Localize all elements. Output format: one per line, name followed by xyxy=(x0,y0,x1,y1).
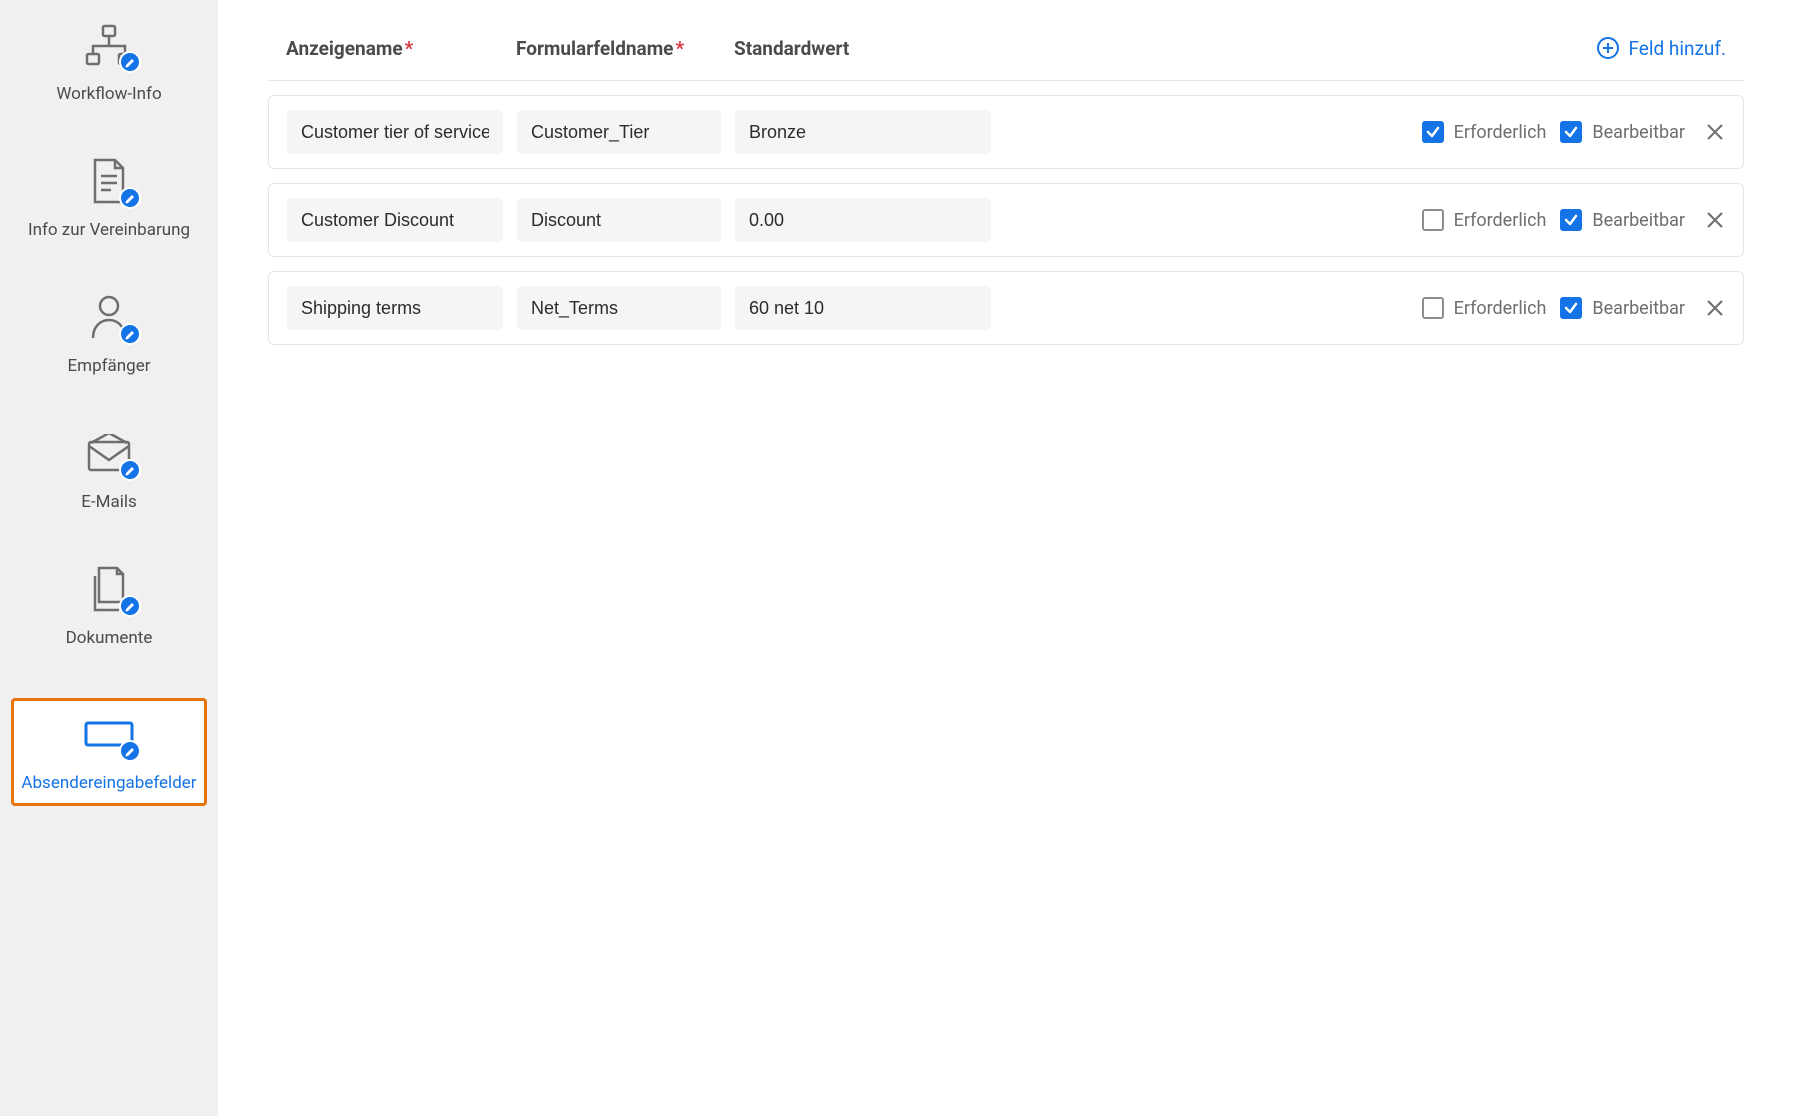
sidebar-item-workflow-info[interactable]: Workflow-Info xyxy=(11,18,207,104)
editable-checkbox[interactable]: Bearbeitbar xyxy=(1560,121,1685,143)
sidebar: Workflow-Info Info zur Vereinbarung xyxy=(0,0,218,1116)
main-content: Anzeigename* Formularfeldname* Standardw… xyxy=(218,0,1794,1116)
envelope-icon xyxy=(81,426,137,482)
editable-checkbox[interactable]: Bearbeitbar xyxy=(1560,209,1685,231)
delete-row-button[interactable] xyxy=(1705,210,1725,230)
sidebar-item-label: Info zur Vereinbarung xyxy=(28,220,190,240)
field-row: Erforderlich Bearbeitbar xyxy=(268,95,1744,169)
fields-header-row: Anzeigename* Formularfeldname* Standardw… xyxy=(268,36,1744,81)
default-value-input[interactable] xyxy=(735,110,991,154)
plus-circle-icon xyxy=(1596,36,1620,60)
sidebar-item-label: Dokumente xyxy=(66,628,153,648)
sidebar-item-label: E-Mails xyxy=(81,492,137,512)
required-checkbox[interactable]: Erforderlich xyxy=(1422,297,1547,319)
required-checkbox[interactable]: Erforderlich xyxy=(1422,209,1547,231)
required-label: Erforderlich xyxy=(1454,210,1547,231)
field-row: Erforderlich Bearbeitbar xyxy=(268,183,1744,257)
sidebar-item-agreement-info[interactable]: Info zur Vereinbarung xyxy=(11,154,207,240)
input-field-icon xyxy=(81,707,137,763)
editable-label: Bearbeitbar xyxy=(1592,298,1685,319)
display-name-input[interactable] xyxy=(287,110,503,154)
user-icon xyxy=(81,290,137,346)
document-lines-icon xyxy=(81,154,137,210)
required-checkbox[interactable]: Erforderlich xyxy=(1422,121,1547,143)
editable-label: Bearbeitbar xyxy=(1592,210,1685,231)
sidebar-item-recipients[interactable]: Empfänger xyxy=(11,290,207,376)
header-default-value: Standardwert xyxy=(734,37,849,60)
editable-checkbox[interactable]: Bearbeitbar xyxy=(1560,297,1685,319)
header-form-field-name: Formularfeldname* xyxy=(516,37,734,60)
required-label: Erforderlich xyxy=(1454,298,1547,319)
form-field-name-input[interactable] xyxy=(517,286,721,330)
close-icon xyxy=(1705,210,1725,230)
delete-row-button[interactable] xyxy=(1705,122,1725,142)
sidebar-item-documents[interactable]: Dokumente xyxy=(11,562,207,648)
workflow-icon xyxy=(81,18,137,74)
add-field-label: Feld hinzuf. xyxy=(1628,37,1726,60)
header-display-name: Anzeigename* xyxy=(286,37,516,60)
sidebar-item-label: Workflow-Info xyxy=(56,84,161,104)
documents-stack-icon xyxy=(81,562,137,618)
delete-row-button[interactable] xyxy=(1705,298,1725,318)
required-label: Erforderlich xyxy=(1454,122,1547,143)
form-field-name-input[interactable] xyxy=(517,198,721,242)
display-name-input[interactable] xyxy=(287,286,503,330)
close-icon xyxy=(1705,122,1725,142)
sidebar-item-emails[interactable]: E-Mails xyxy=(11,426,207,512)
close-icon xyxy=(1705,298,1725,318)
form-field-name-input[interactable] xyxy=(517,110,721,154)
editable-label: Bearbeitbar xyxy=(1592,122,1685,143)
sidebar-item-label: Absendereingabefelder xyxy=(21,773,196,793)
add-field-button[interactable]: Feld hinzuf. xyxy=(1596,36,1726,60)
default-value-input[interactable] xyxy=(735,198,991,242)
display-name-input[interactable] xyxy=(287,198,503,242)
field-row: Erforderlich Bearbeitbar xyxy=(268,271,1744,345)
default-value-input[interactable] xyxy=(735,286,991,330)
sidebar-item-sender-input-fields[interactable]: Absendereingabefelder xyxy=(11,698,207,806)
sidebar-item-label: Empfänger xyxy=(68,356,151,376)
